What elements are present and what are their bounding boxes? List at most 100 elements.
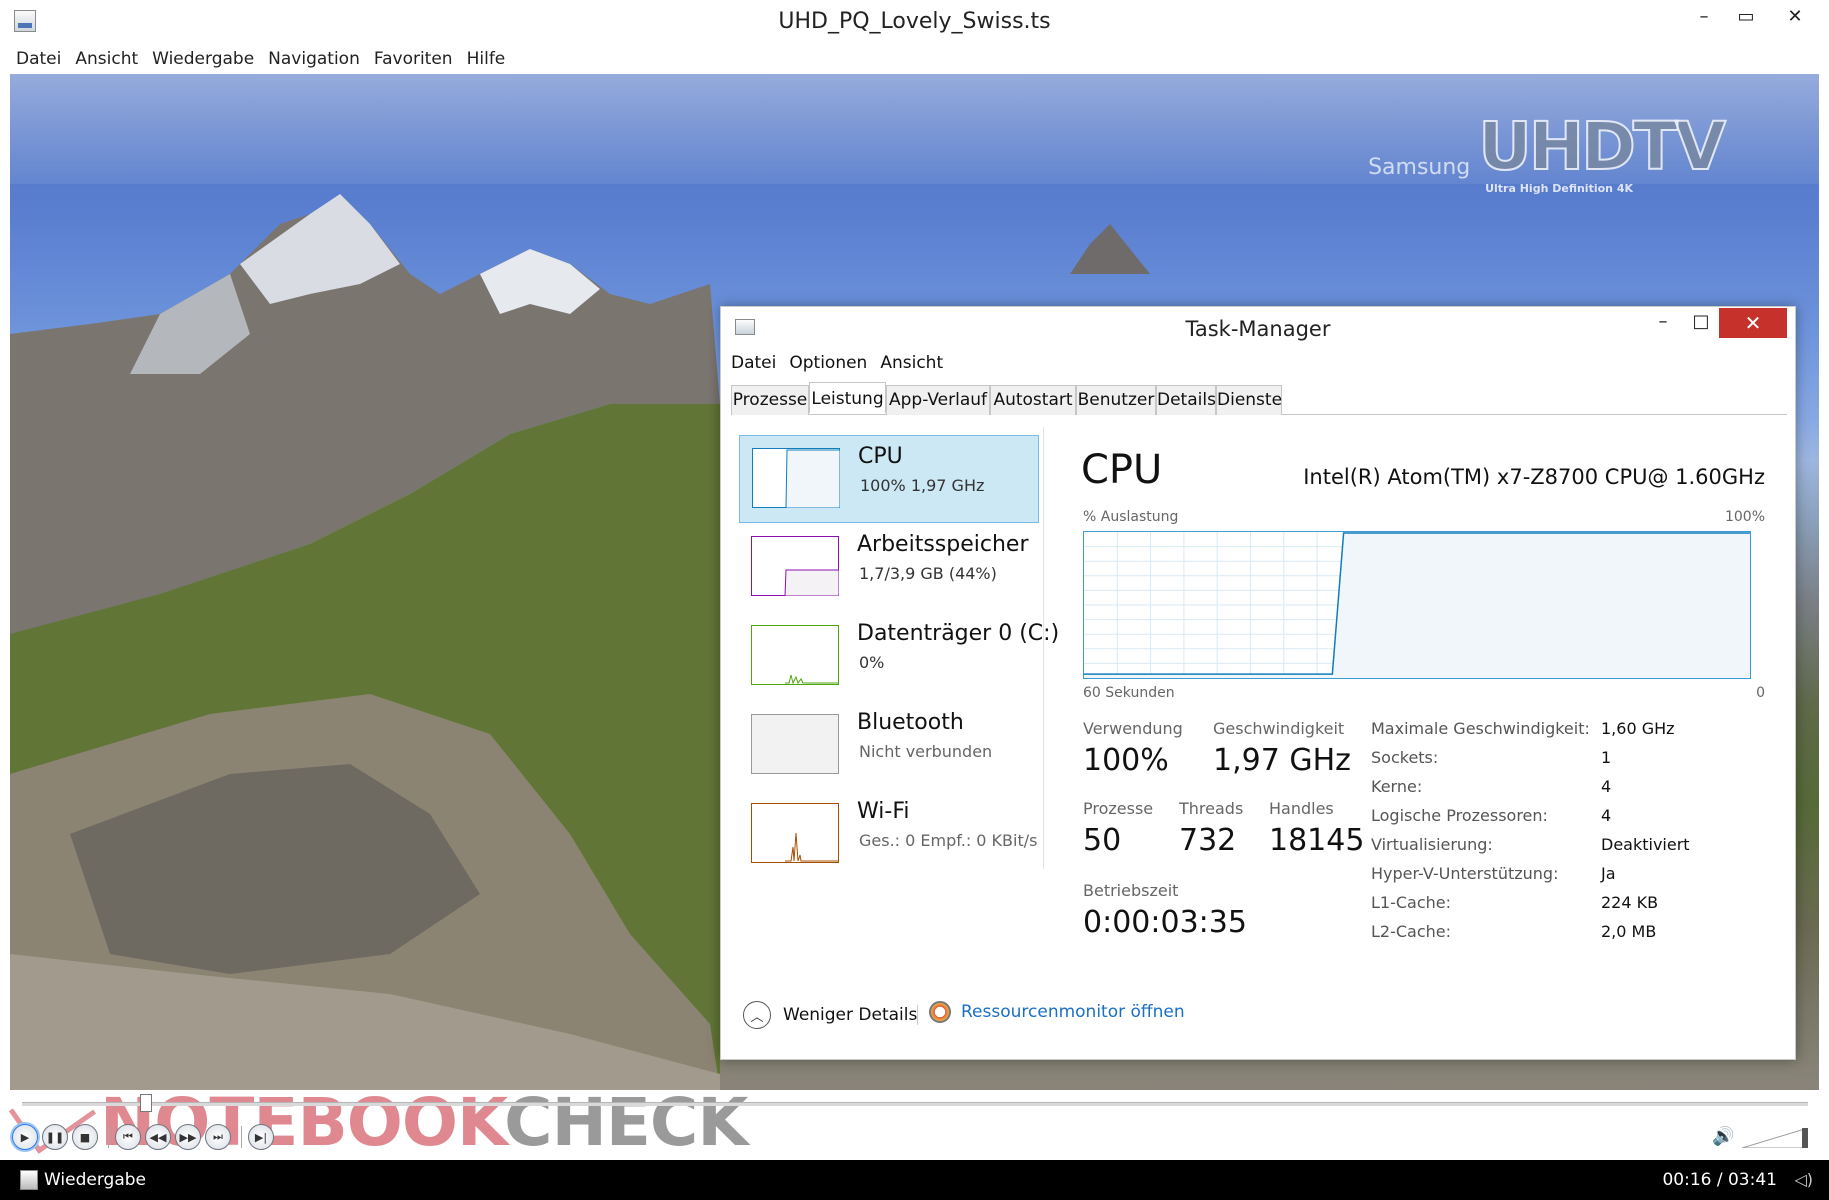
resource-monitor-link[interactable]: Ressourcenmonitor öffnen (929, 1001, 1185, 1023)
sidebar-value: Ges.: 0 Empf.: 0 KBit/s (859, 831, 1038, 850)
processes-value: 50 (1083, 823, 1122, 858)
handles-value: 18145 (1269, 823, 1365, 858)
menu-datei[interactable]: Datei (16, 49, 61, 69)
detail-key: Logische Prozessoren: (1371, 806, 1548, 825)
threads-label: Threads (1179, 799, 1244, 818)
playback-controls: ▶ ❚❚ ■ ⏮ ◀◀ ▶▶ ⏭ ▶| (12, 1122, 278, 1152)
forward-icon[interactable]: ▶▶ (175, 1124, 201, 1150)
sidebar-value: Nicht verbunden (859, 742, 993, 761)
sidebar-label: CPU (858, 444, 903, 469)
sidebar-label: Bluetooth (857, 710, 964, 735)
tm-maximize-button[interactable]: □ (1687, 311, 1715, 339)
tab-details[interactable]: Details (1156, 385, 1216, 415)
handles-label: Handles (1269, 799, 1334, 818)
volume-icon[interactable]: 🔊 (1712, 1126, 1734, 1147)
fewer-details-label: Weniger Details (783, 1005, 918, 1025)
processes-label: Prozesse (1083, 799, 1154, 818)
seek-handle[interactable] (140, 1094, 152, 1112)
brand-uhdtv: UHDTV (1477, 108, 1727, 185)
speed-label: Geschwindigkeit (1213, 719, 1345, 738)
sidebar-item-memory[interactable]: Arbeitsspeicher 1,7/3,9 GB (44%) (739, 524, 1039, 612)
resource-monitor-icon (929, 1001, 951, 1023)
menu-favoriten[interactable]: Favoriten (374, 49, 453, 69)
speed-value: 1,97 GHz (1213, 743, 1351, 778)
skip-forward-icon[interactable]: ⏭ (205, 1124, 231, 1150)
menu-hilfe[interactable]: Hilfe (467, 49, 506, 69)
menu-navigation[interactable]: Navigation (268, 49, 360, 69)
tab-autostart[interactable]: Autostart (990, 385, 1076, 415)
menu-wiedergabe[interactable]: Wiedergabe (152, 49, 254, 69)
graph-axis-right: 0 (1756, 685, 1765, 701)
detail-value: Deaktiviert (1601, 835, 1690, 854)
usage-value: 100% (1083, 743, 1169, 778)
tab-leistung[interactable]: Leistung (809, 382, 886, 413)
detail-key: Maximale Geschwindigkeit: (1371, 719, 1590, 738)
tab-benutzer[interactable]: Benutzer (1076, 385, 1156, 415)
detail-value: 1 (1601, 748, 1612, 767)
tm-titlebar: Task-Manager – □ ✕ (721, 307, 1795, 347)
sidebar-item-bluetooth[interactable]: Bluetooth Nicht verbunden (739, 702, 1039, 790)
tm-close-button[interactable]: ✕ (1719, 308, 1787, 338)
player-menubar: Datei Ansicht Wiedergabe Navigation Favo… (10, 44, 1819, 74)
stop-icon[interactable]: ■ (72, 1124, 98, 1150)
menu-ansicht[interactable]: Ansicht (75, 49, 138, 69)
close-button[interactable]: ✕ (1770, 0, 1820, 32)
detail-value: 2,0 MB (1601, 922, 1657, 941)
seek-bar[interactable] (22, 1102, 1808, 1106)
controls-divider (108, 1126, 109, 1148)
tab-dienste[interactable]: Dienste (1216, 385, 1282, 415)
player-window-title: UHD_PQ_Lovely_Swiss.ts (778, 9, 1051, 34)
graph-label-left: % Auslastung (1083, 509, 1179, 525)
tm-menu-optionen[interactable]: Optionen (789, 353, 867, 373)
play-icon[interactable]: ▶ (12, 1124, 38, 1150)
detail-value: 4 (1601, 777, 1612, 796)
wifi-thumbnail (751, 803, 839, 863)
tm-menu-datei[interactable]: Datei (731, 353, 776, 373)
frame-step-icon[interactable]: ▶| (248, 1124, 274, 1150)
minimize-button[interactable]: – (1684, 0, 1724, 32)
cpu-usage-graph (1083, 531, 1751, 679)
memory-thumbnail (751, 536, 839, 596)
cpu-heading: CPU (1081, 447, 1163, 493)
playback-state: Wiedergabe (44, 1170, 147, 1190)
tab-app-verlauf[interactable]: App-Verlauf (886, 385, 990, 415)
detail-key: Hyper-V-Unterstützung: (1371, 864, 1559, 883)
detail-value: 1,60 GHz (1601, 719, 1675, 738)
tm-minimize-button[interactable]: – (1649, 311, 1677, 339)
footer-divider (917, 1005, 918, 1025)
pause-icon[interactable]: ❚❚ (42, 1124, 68, 1150)
detail-value: 4 (1601, 806, 1612, 825)
tm-menu-ansicht[interactable]: Ansicht (880, 353, 943, 373)
graph-axis-left: 60 Sekunden (1083, 685, 1175, 701)
sidebar-divider (1043, 427, 1044, 869)
cpu-thumbnail (752, 448, 840, 508)
detail-key: Kerne: (1371, 777, 1423, 796)
cpu-model: Intel(R) Atom(TM) x7-Z8700 CPU@ 1.60GHz (1303, 465, 1765, 489)
status-speaker-icon[interactable]: ◁) (1794, 1170, 1813, 1189)
resource-monitor-label: Ressourcenmonitor öffnen (961, 1002, 1185, 1022)
controls-divider (241, 1126, 242, 1148)
uptime-value: 0:00:03:35 (1083, 905, 1247, 940)
sidebar-value: 100% 1,97 GHz (860, 476, 985, 495)
sidebar-value: 0% (859, 653, 885, 672)
rewind-icon[interactable]: ◀◀ (145, 1124, 171, 1150)
sidebar-item-disk[interactable]: Datenträger 0 (C:) 0% (739, 613, 1059, 701)
volume-slider[interactable] (1742, 1128, 1808, 1148)
tab-prozesse[interactable]: Prozesse (731, 385, 809, 415)
brand-subtitle: Ultra High Definition 4K (1485, 182, 1633, 195)
detail-value: 224 KB (1601, 893, 1659, 912)
chevron-up-icon: ︿ (743, 1001, 771, 1029)
sidebar-item-wifi[interactable]: Wi-Fi Ges.: 0 Empf.: 0 KBit/s (739, 791, 1039, 879)
brand-samsung: Samsung (1368, 155, 1471, 180)
watermark-check: CHECK (504, 1084, 748, 1161)
tm-tabs: Prozesse Leistung App-Verlauf Autostart … (731, 382, 1787, 415)
sidebar-label: Datenträger 0 (C:) (857, 621, 1060, 646)
maximize-button[interactable]: ▭ (1726, 0, 1766, 32)
sidebar-label: Wi-Fi (857, 799, 910, 824)
sidebar-item-cpu[interactable]: CPU 100% 1,97 GHz (739, 435, 1039, 523)
detail-key: L1-Cache: (1371, 893, 1452, 912)
fewer-details-button[interactable]: ︿ Weniger Details (743, 1001, 917, 1029)
skip-back-icon[interactable]: ⏮ (115, 1124, 141, 1150)
player-titlebar: UHD_PQ_Lovely_Swiss.ts – ▭ ✕ (0, 0, 1829, 44)
samsung-uhdtv-logo: Samsung UHDTV Ultra High Definition 4K (1368, 108, 1727, 196)
